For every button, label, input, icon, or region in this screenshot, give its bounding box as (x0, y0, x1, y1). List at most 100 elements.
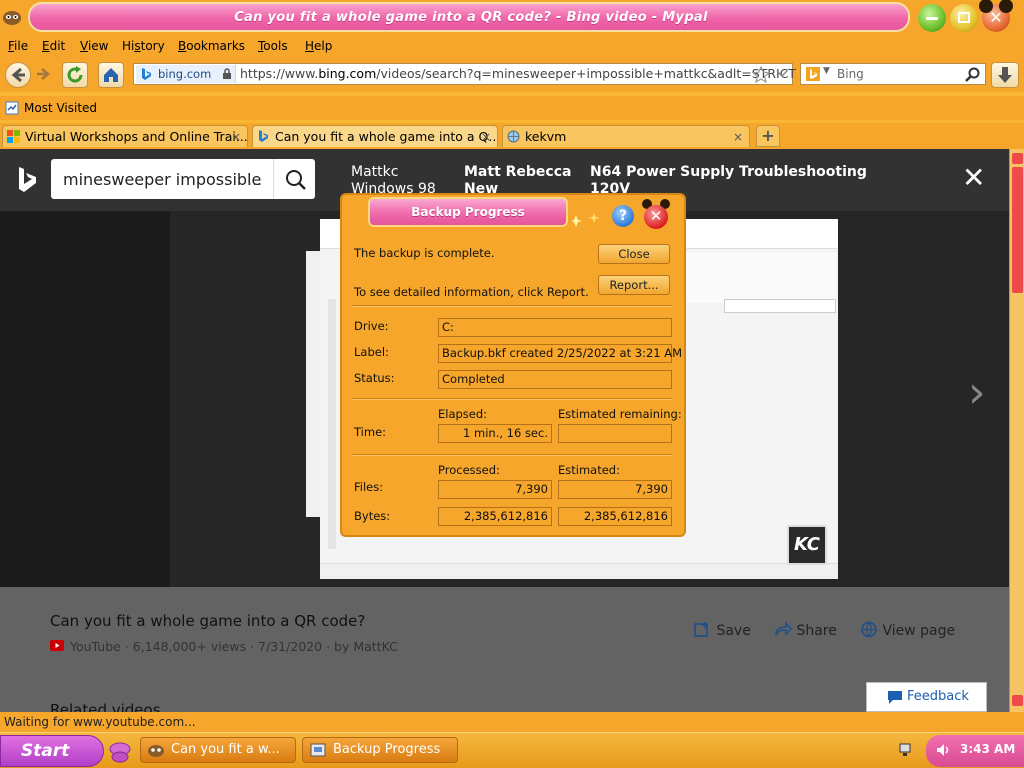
view-page-label: View page (882, 623, 956, 639)
url-path: /videos/search?q=minesweeper+impossible+… (376, 66, 797, 81)
scroll-down-arrow-icon[interactable] (1012, 695, 1023, 706)
status-value: Completed (438, 370, 672, 389)
most-visited-bookmark[interactable]: Most Visited (24, 101, 97, 115)
bookmarks-toolbar: Most Visited (0, 96, 1024, 120)
menu-bookmarks[interactable]: Bookmarks (178, 39, 245, 53)
feedback-icon (888, 691, 902, 704)
view-page-action[interactable]: View page (860, 621, 955, 639)
quick-launch-icon[interactable] (106, 737, 134, 765)
status-label: Status: (354, 371, 395, 385)
related-search-line1: Mattkc (351, 164, 399, 180)
title-pill: Can you fit a whole game into a QR code?… (28, 2, 910, 32)
downloads-button[interactable] (991, 62, 1019, 88)
search-icon[interactable] (965, 67, 980, 82)
search-engine-icon[interactable] (806, 67, 820, 81)
navigation-bar: bing.com https://www.bing.com/videos/sea… (0, 58, 1024, 92)
reload-button[interactable] (62, 62, 88, 88)
menu-view[interactable]: View (80, 39, 108, 53)
time-label: Time: (354, 425, 387, 439)
related-search-line1: N64 Power Supply Troubleshooting (590, 164, 867, 180)
menu-history[interactable]: History (122, 39, 165, 53)
back-button[interactable] (5, 62, 31, 88)
close-icon: ✕ (989, 8, 1003, 27)
next-video-chevron-icon[interactable]: › (968, 371, 986, 415)
bytes-processed-value: 2,385,612,816 (438, 507, 552, 526)
bing-search-box[interactable]: minesweeper impossible ... (51, 159, 315, 199)
estimated-header: Estimated: (558, 463, 620, 477)
search-divider (273, 159, 274, 199)
save-action[interactable]: Save (694, 621, 751, 639)
system-tray: 3:43 AM (926, 735, 1024, 767)
tab-qr-code-video[interactable]: Can you fit a whole game into a Q... × (252, 125, 498, 147)
clock[interactable]: 3:43 AM (960, 742, 1015, 756)
tab-close-icon[interactable]: × (733, 126, 743, 147)
url-dropdown-icon[interactable] (776, 70, 788, 78)
tab-close-icon[interactable]: × (231, 126, 241, 147)
bing-search-icon[interactable] (285, 169, 307, 191)
menu-file[interactable]: File (8, 39, 28, 53)
globe-icon (861, 621, 877, 638)
report-button[interactable]: Report... (598, 275, 670, 295)
tab-kekvm[interactable]: kekvm × (502, 125, 750, 147)
drive-label: Drive: (354, 319, 389, 333)
bookmark-star-icon[interactable] (752, 66, 770, 83)
site-identity[interactable]: bing.com (136, 65, 236, 83)
video-title[interactable]: Can you fit a whole game into a QR code? (50, 612, 365, 630)
reload-icon (67, 66, 83, 83)
remaining-header: Estimated remaining: (558, 407, 682, 421)
tab-label: Can you fit a whole game into a Q... (275, 129, 498, 144)
taskbar-item-backup[interactable]: Backup Progress (302, 737, 458, 763)
volume-tray-icon[interactable] (934, 741, 952, 759)
url-bar[interactable]: bing.com https://www.bing.com/videos/sea… (133, 63, 796, 85)
menu-help[interactable]: Help (305, 39, 332, 53)
bing-logo-icon[interactable] (18, 167, 38, 193)
url-text[interactable]: https://www.bing.com/videos/search?q=min… (240, 64, 796, 84)
video-metadata: YouTube · 6,148,000+ views · 7/31/2020 ·… (70, 639, 398, 654)
search-input[interactable]: Bing (837, 64, 864, 84)
search-bar[interactable]: ▼ Bing (800, 63, 986, 85)
taskbar: Start Can you fit a w... Backup Progress… (0, 732, 1024, 768)
close-button[interactable]: Close (598, 244, 670, 264)
backup-taskbar-icon (310, 743, 326, 757)
forward-button[interactable] (32, 62, 58, 88)
bing-search-query[interactable]: minesweeper impossible (63, 170, 261, 189)
home-button[interactable] (98, 62, 124, 88)
close-overlay-icon[interactable]: ✕ (962, 163, 985, 193)
search-engine-dropdown-icon[interactable]: ▼ (823, 66, 830, 76)
mypal-app-icon[interactable] (2, 8, 22, 26)
start-label: Start (21, 741, 70, 761)
maximize-icon (958, 12, 970, 23)
dialog-separator (352, 305, 672, 307)
minimize-button[interactable] (918, 4, 946, 32)
drive-value: C: (438, 318, 672, 337)
dialog-close-x-button[interactable]: ✕ (644, 205, 668, 229)
new-tab-button[interactable]: + (756, 125, 780, 147)
menu-edit[interactable]: Edit (42, 39, 65, 53)
tab-close-icon[interactable]: × (481, 126, 491, 147)
scroll-up-arrow-icon[interactable] (1012, 153, 1023, 164)
explorer-ribbon-select-group (676, 253, 836, 303)
maximize-button[interactable] (950, 4, 978, 32)
taskbar-item-browser[interactable]: Can you fit a w... (140, 737, 296, 763)
menu-tools[interactable]: Tools (258, 39, 288, 53)
bytes-estimated-value: 2,385,612,816 (558, 507, 672, 526)
processed-header: Processed: (438, 463, 500, 477)
download-arrow-icon (998, 67, 1012, 83)
scroll-thumb[interactable] (1012, 167, 1023, 293)
page-scrollbar[interactable] (1009, 149, 1024, 712)
save-label: Save (716, 623, 751, 639)
close-window-button[interactable]: ✕ (979, 0, 1013, 32)
tab-virtual-workshops[interactable]: Virtual Workshops and Online Trai... × (2, 125, 248, 147)
share-action[interactable]: Share (774, 620, 837, 639)
dialog-help-button[interactable]: ? (612, 205, 634, 227)
microsoft-favicon-icon (7, 130, 20, 143)
taskbar-item-label: Can you fit a w... (171, 742, 280, 757)
home-icon (104, 68, 118, 82)
bing-query-overflow: ... (247, 170, 263, 189)
feedback-button[interactable]: Feedback (866, 682, 987, 712)
related-search-line1: Matt Rebecca (464, 164, 572, 180)
forward-arrow-icon (37, 68, 50, 80)
menu-bar: File Edit View History Bookmarks Tools H… (0, 38, 1024, 58)
start-button[interactable]: Start (0, 735, 104, 767)
network-tray-icon[interactable] (897, 742, 913, 758)
